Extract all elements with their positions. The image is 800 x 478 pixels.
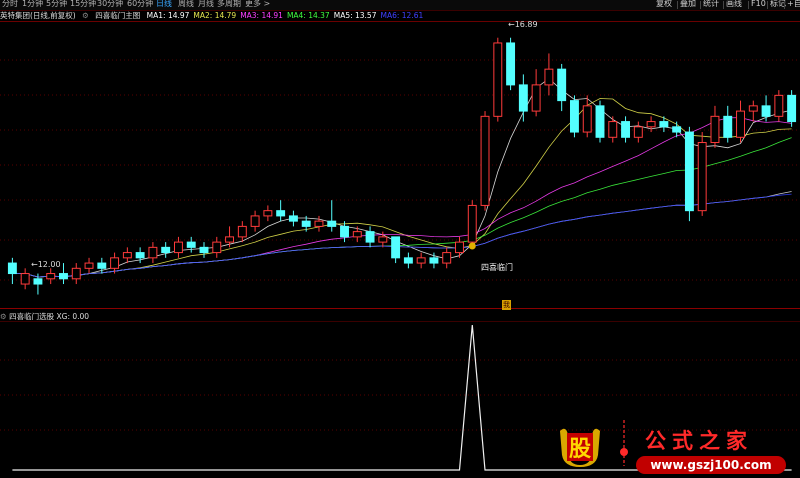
candle-body [429, 257, 439, 264]
candle-body [314, 220, 324, 227]
candle-body [748, 105, 758, 112]
low-price-label: ←12.00 [31, 260, 61, 269]
candle-body [506, 42, 516, 86]
candle-body [787, 94, 797, 123]
arrow-left-icon: ← [31, 260, 38, 269]
candle-body [467, 204, 477, 243]
watermark-title: 公式之家 [645, 428, 753, 453]
candle-body [199, 246, 209, 254]
high-price-label: ←16.89 [508, 20, 538, 29]
candle-body [761, 105, 771, 117]
ma-line [12, 98, 792, 278]
candle-body [33, 278, 43, 285]
candle-body [288, 215, 298, 222]
candle-body [135, 252, 145, 259]
candle-body [173, 241, 183, 254]
candle-body [595, 105, 605, 138]
candle-body [416, 257, 426, 264]
candle-body [46, 273, 56, 280]
candle-body [352, 231, 362, 238]
candle-body [7, 262, 17, 275]
candle-body [646, 121, 656, 128]
candle-body [186, 241, 196, 248]
candle-body [442, 252, 452, 264]
candle-body [736, 110, 745, 138]
candle-body [608, 121, 618, 138]
candle-body [71, 267, 81, 280]
candle-body [20, 273, 30, 285]
candle-body [276, 210, 286, 217]
sub-indicator-value: XG: 0.00 [56, 312, 90, 321]
candle-body [122, 252, 132, 259]
candle-body [378, 236, 388, 243]
candle-body [263, 210, 273, 217]
candle-body [672, 126, 682, 133]
candle-body [531, 84, 541, 112]
money-bag-icon [468, 242, 476, 250]
main-chart[interactable] [0, 0, 800, 478]
candle-body [493, 42, 503, 117]
candle-body [301, 220, 311, 227]
candle-body [684, 131, 694, 212]
candle-body [659, 121, 669, 128]
candle-body [148, 246, 158, 259]
seal-icon [620, 420, 628, 466]
candle-body [582, 105, 592, 133]
candle-body [110, 257, 120, 269]
candle-body [710, 115, 720, 144]
candle-body [455, 241, 464, 254]
arrow-left-icon: ← [508, 20, 515, 29]
candle-body [340, 225, 349, 238]
watermark-char: 股 [569, 436, 591, 462]
signal-label: 四喜临门 [481, 263, 513, 272]
high-value: 16.89 [514, 20, 538, 29]
candle-body [212, 241, 222, 254]
candle-body [391, 236, 401, 259]
candle-body [250, 215, 260, 227]
candle-body [403, 257, 413, 264]
sub-legend: ⚙ 四喜临门选股 XG: 0.00 [0, 312, 89, 322]
candle-body [569, 100, 579, 133]
candle-body [518, 84, 528, 112]
candle-body [480, 115, 490, 206]
candle-body [544, 68, 554, 86]
ma-line [12, 78, 792, 278]
candle-body [557, 68, 567, 102]
candle-body [633, 126, 643, 138]
gear-icon[interactable]: ⚙ [0, 312, 7, 321]
candle-body [365, 231, 375, 243]
candle-body [697, 142, 707, 212]
candle-body [774, 94, 784, 117]
signal-tag: 我 [502, 300, 511, 310]
low-value: 12.00 [37, 260, 61, 269]
candle-body [84, 262, 94, 269]
candle-body [723, 115, 733, 138]
candle-body [237, 225, 247, 238]
candle-body [161, 246, 171, 254]
ma-line [12, 193, 792, 278]
sub-indicator-name[interactable]: 四喜临门选股 [9, 312, 54, 321]
watermark-logo: 股 [560, 428, 600, 467]
candle-body [59, 273, 68, 280]
candle-body [225, 236, 235, 243]
candle-body [621, 121, 631, 138]
candle-body [327, 220, 337, 227]
watermark-url: www.gszj100.com [636, 456, 786, 474]
candle-body [97, 262, 107, 269]
